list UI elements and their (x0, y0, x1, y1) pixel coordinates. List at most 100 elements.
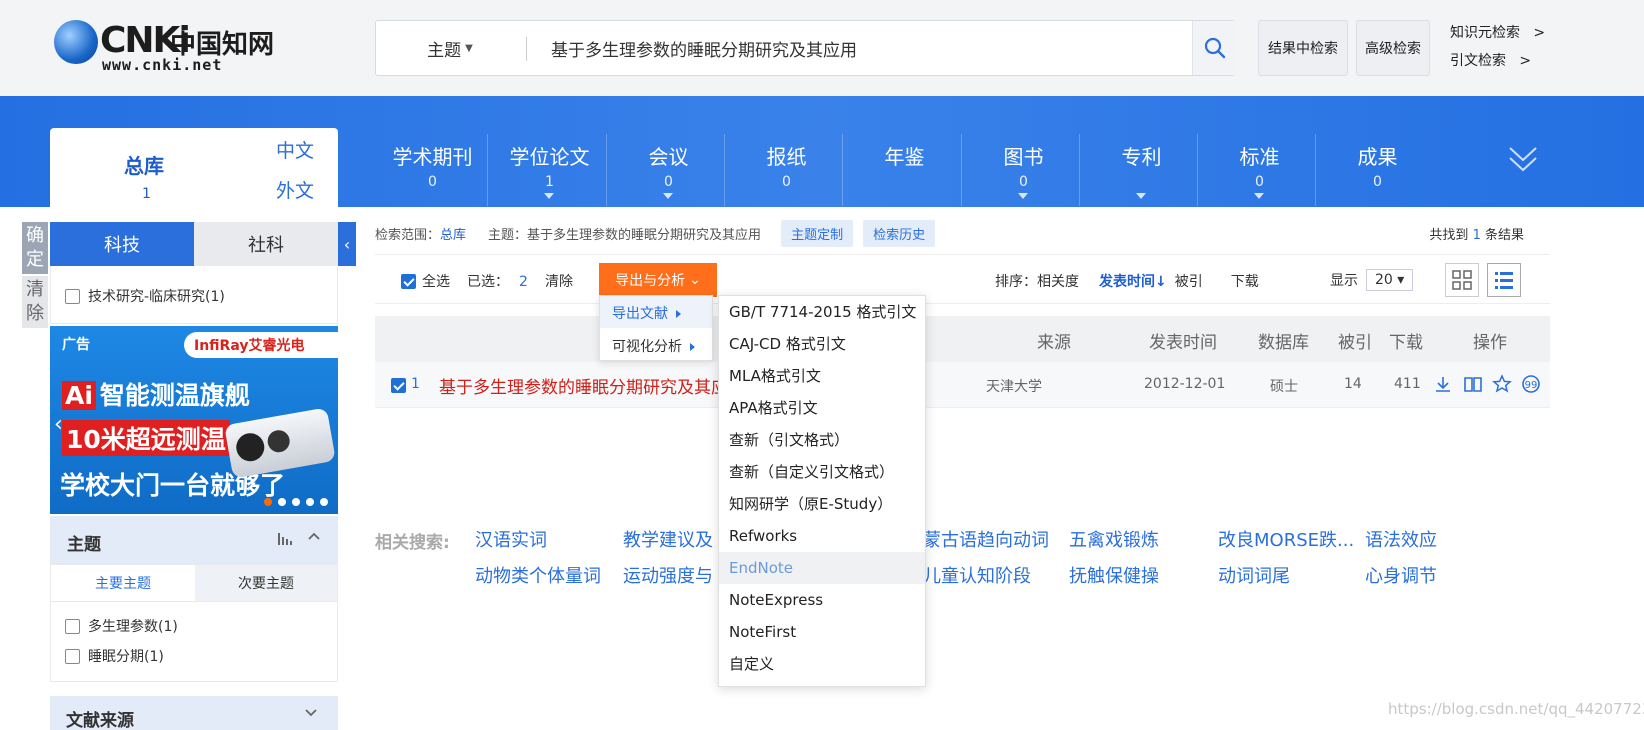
menu-item-citation-format[interactable]: CAJ-CD 格式引文 (719, 328, 925, 360)
checkbox[interactable] (65, 288, 80, 304)
favorite-icon[interactable] (1492, 374, 1512, 394)
related-search-link[interactable]: 教学建议及 (623, 526, 713, 552)
category-tab[interactable]: 会议 0 (609, 141, 728, 199)
related-search-link[interactable]: 动物类个体量词 (475, 562, 601, 588)
category-tab[interactable]: 报纸 0 (727, 141, 846, 190)
grid-view-button[interactable] (1445, 263, 1479, 297)
cnki-logo[interactable]: CNKi 中国知网 www.cnki.net (52, 18, 282, 74)
related-search-link[interactable]: 汉语实词 (475, 526, 547, 552)
related-search-link[interactable]: 蒙古语趋向动词 (923, 526, 1049, 552)
search-history-button[interactable]: 检索历史 (863, 219, 936, 247)
category-tab[interactable]: 专利 (1082, 141, 1201, 199)
library-tab[interactable]: 总库 1 中文 外文 (50, 128, 338, 211)
advertisement[interactable]: 广告 InfiRay艾睿光电 X Ai 智能测温旗舰 10米超远测温 学校大门一台… (50, 326, 338, 514)
source-section-header[interactable]: 文献来源 (50, 696, 338, 730)
topic-item[interactable]: 睡眠分期(1) (65, 646, 164, 666)
sort-download[interactable]: 下载 (1231, 271, 1259, 291)
checkbox[interactable] (401, 273, 416, 289)
related-search-link[interactable]: 抚触保健操 (1069, 562, 1159, 588)
menu-item-citation-format[interactable]: 知网研学（原E-Study） (719, 488, 925, 520)
divider (1079, 134, 1080, 206)
row-title-link[interactable]: 基于多生理参数的睡眠分期研究及其应用 (439, 373, 745, 398)
related-search-link[interactable]: 运动强度与 (623, 562, 713, 588)
carousel-dot[interactable] (320, 498, 328, 506)
close-icon[interactable]: X (320, 334, 331, 350)
related-search-link[interactable]: 改良MORSE跌... (1218, 526, 1354, 552)
menu-item-citation-format[interactable]: 查新（引文格式） (719, 424, 925, 456)
read-online-icon[interactable] (1463, 374, 1483, 394)
related-search-link[interactable]: 心身调节 (1365, 562, 1437, 588)
carousel-dots[interactable] (264, 498, 328, 506)
carousel-dot[interactable] (278, 498, 286, 506)
row-checkbox[interactable] (391, 377, 406, 393)
sort-cited[interactable]: 被引 (1175, 271, 1203, 291)
page-size-select[interactable]: 20 ▾ (1366, 269, 1414, 291)
carousel-dot[interactable] (292, 498, 300, 506)
clear-filter-button[interactable]: 清除 (22, 276, 48, 328)
tab-science[interactable]: 科技 (50, 222, 194, 266)
search-input[interactable] (551, 31, 1151, 65)
menu-item-citation-format[interactable]: Refworks (719, 520, 925, 552)
menu-item-citation-format[interactable]: NoteFirst (719, 616, 925, 648)
knowledge-search-link[interactable]: 知识元检索 > (1450, 22, 1545, 42)
carousel-dot[interactable] (306, 498, 314, 506)
search-within-results-button[interactable]: 结果中检索 (1258, 20, 1348, 76)
sort-relevance[interactable]: 相关度 (1037, 271, 1079, 291)
chevron-left-icon[interactable]: ‹ (54, 412, 63, 437)
category-tab[interactable]: 标准 0 (1200, 141, 1319, 199)
row-source[interactable]: 天津大学 (986, 376, 1042, 396)
citation-search-link[interactable]: 引文检索 > (1450, 50, 1531, 70)
carousel-dot[interactable] (264, 498, 272, 506)
sort-date[interactable]: 发表时间↓ (1099, 271, 1167, 291)
customize-topic-button[interactable]: 主题定制 (781, 219, 854, 247)
related-search-link[interactable]: 语法效应 (1365, 526, 1437, 552)
chevron-down-icon[interactable] (304, 706, 318, 724)
chevron-up-icon[interactable] (307, 529, 321, 547)
related-search-link[interactable]: 动词词尾 (1218, 562, 1290, 588)
topic-item[interactable]: 多生理参数(1) (65, 616, 178, 636)
menu-item-citation-format[interactable]: APA格式引文 (719, 392, 925, 424)
foreign-link[interactable]: 外文 (276, 176, 314, 203)
category-tab[interactable]: 年鉴 (845, 141, 964, 174)
row-cited[interactable]: 14 (1344, 376, 1362, 392)
select-all-checkbox[interactable]: 全选 (401, 271, 450, 291)
confirm-button[interactable]: 确定 (22, 222, 48, 274)
checkbox[interactable] (391, 377, 406, 393)
export-analysis-button[interactable]: 导出与分析 ⌄ (599, 263, 717, 297)
tab-main-topic[interactable]: 主要主题 (51, 565, 195, 601)
expand-categories-icon[interactable] (1508, 144, 1538, 178)
checkbox[interactable] (65, 618, 80, 634)
caret-right-icon (690, 343, 695, 351)
topic-section-header[interactable]: 主题 (50, 516, 338, 564)
clear-selection-button[interactable]: 清除 (545, 271, 573, 291)
related-search-link[interactable]: 儿童认知阶段 (923, 562, 1031, 588)
quote-icon[interactable]: 99 (1521, 374, 1541, 394)
advanced-search-button[interactable]: 高级检索 (1356, 20, 1430, 76)
category-tab[interactable]: 成果 0 (1318, 141, 1437, 190)
menu-item-export-refs[interactable]: 导出文献 (600, 296, 712, 328)
menu-item-citation-format[interactable]: 自定义 (719, 648, 925, 680)
category-tab[interactable]: 学位论文 1 (490, 141, 609, 199)
menu-item-citation-format[interactable]: 查新（自定义引文格式） (719, 456, 925, 488)
chinese-link[interactable]: 中文 (276, 136, 314, 163)
menu-item-citation-format[interactable]: NoteExpress (719, 584, 925, 616)
menu-item-visual-analysis[interactable]: 可视化分析 (600, 328, 712, 360)
menu-item-citation-format[interactable]: EndNote (719, 552, 925, 584)
menu-item-citation-format[interactable]: MLA格式引文 (719, 360, 925, 392)
category-tab[interactable]: 图书 0 (964, 141, 1083, 199)
tab-secondary-topic[interactable]: 次要主题 (195, 565, 337, 601)
checkbox[interactable] (65, 648, 80, 664)
category-tab[interactable]: 学术期刊 0 (373, 141, 492, 190)
filter-item[interactable]: 技术研究-临床研究(1) (65, 286, 225, 306)
related-search-link[interactable]: 五禽戏锻炼 (1069, 526, 1159, 552)
tab-social-science[interactable]: 社科 (194, 222, 338, 266)
list-view-button[interactable] (1487, 263, 1521, 297)
divider (842, 134, 843, 206)
search-button[interactable] (1192, 21, 1236, 75)
download-icon[interactable] (1433, 374, 1453, 394)
menu-item-citation-format[interactable]: GB/T 7714-2015 格式引文 (719, 296, 925, 328)
collapse-sidebar-button[interactable]: ‹ (338, 222, 356, 266)
chevron-right-icon: > (1533, 25, 1546, 41)
search-field-select[interactable]: 主题 ▼ (376, 21, 524, 75)
bar-chart-icon[interactable] (277, 531, 293, 548)
